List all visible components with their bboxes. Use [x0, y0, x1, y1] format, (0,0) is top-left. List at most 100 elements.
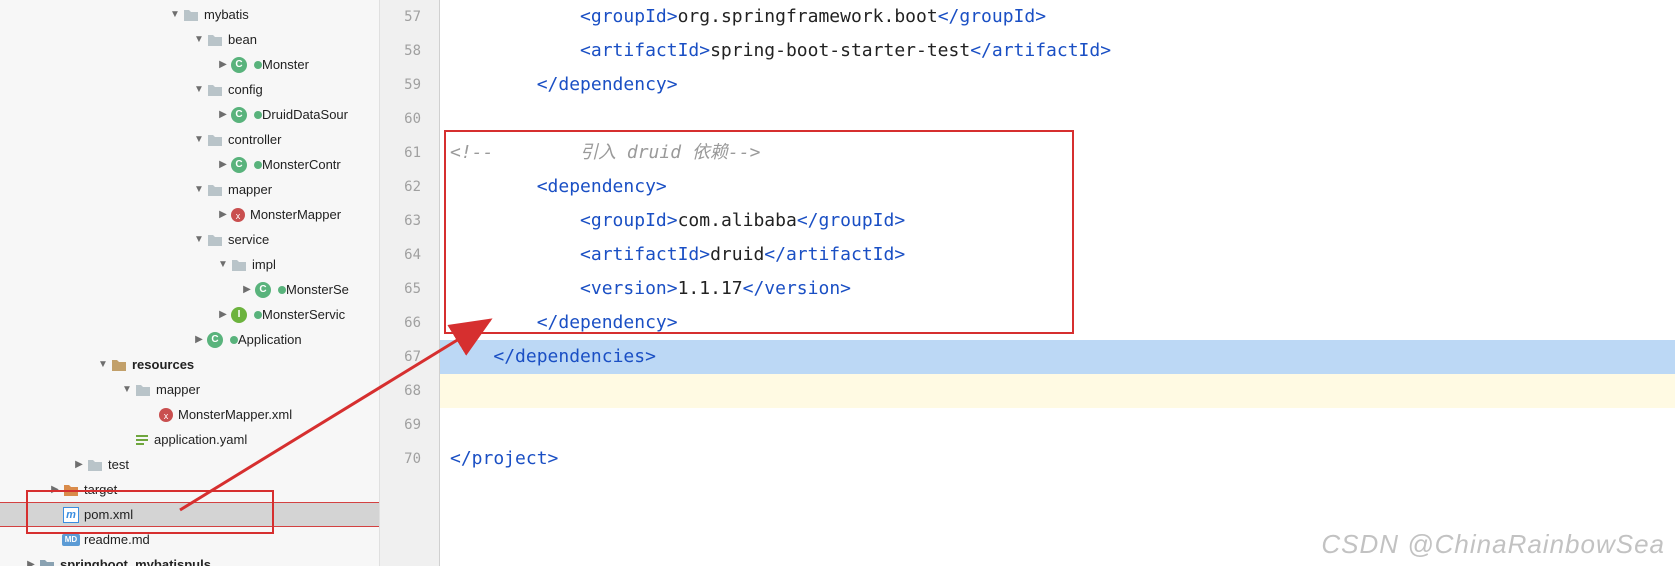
- code-line[interactable]: <artifactId>druid</artifactId>: [440, 238, 1675, 272]
- folder-icon: [230, 257, 248, 273]
- target-folder-icon: [62, 482, 80, 498]
- tree-item[interactable]: ▶I MonsterServic: [0, 302, 379, 327]
- tree-item-label: bean: [228, 32, 257, 47]
- tree-item[interactable]: ▶C MonsterContr: [0, 152, 379, 177]
- chevron-right-icon[interactable]: ▶: [216, 309, 230, 320]
- tree-item-label: MonsterMapper.xml: [178, 407, 292, 422]
- tree-item-label: DruidDataSour: [262, 107, 348, 122]
- line-number: 60: [380, 102, 421, 136]
- tree-item[interactable]: ▼ service: [0, 227, 379, 252]
- chevron-down-icon[interactable]: ▼: [192, 134, 206, 145]
- tree-item[interactable]: ▶C Application: [0, 327, 379, 352]
- chevron-right-icon[interactable]: ▶: [240, 284, 254, 295]
- tree-item[interactable]: ▼ config: [0, 77, 379, 102]
- folder-icon: [86, 457, 104, 473]
- tree-item-label: controller: [228, 132, 281, 147]
- line-number: 66: [380, 306, 421, 340]
- chevron-down-icon[interactable]: ▼: [192, 84, 206, 95]
- tree-item[interactable]: ▶C Monster: [0, 52, 379, 77]
- tree-item[interactable]: ▶xMonsterMapper: [0, 202, 379, 227]
- tree-item[interactable]: ▶ target: [0, 477, 379, 502]
- code-line[interactable]: <groupId>org.springframework.boot</group…: [440, 0, 1675, 34]
- chevron-right-icon[interactable]: ▶: [48, 484, 62, 495]
- line-number: 57: [380, 0, 421, 34]
- svg-text:x: x: [164, 411, 169, 421]
- tree-item-label: Application: [238, 332, 302, 347]
- tree-item-label: service: [228, 232, 269, 247]
- line-number: 67: [380, 340, 421, 374]
- line-number: 62: [380, 170, 421, 204]
- code-line[interactable]: [440, 408, 1675, 442]
- tree-item[interactable]: ▼mapper: [0, 177, 379, 202]
- class-icon: C: [206, 332, 224, 348]
- tree-item-label: MonsterSe: [286, 282, 349, 297]
- chevron-down-icon[interactable]: ▼: [216, 259, 230, 270]
- code-line[interactable]: <!-- 引入 druid 依赖-->: [440, 136, 1675, 170]
- tree-item-label: impl: [252, 257, 276, 272]
- tree-item-label: springboot_mybatispuls: [60, 557, 211, 566]
- tree-item-label: mapper: [156, 382, 200, 397]
- vcs-dot-icon: [230, 336, 238, 344]
- code-line[interactable]: <dependency>: [440, 170, 1675, 204]
- yaml-icon: [134, 432, 150, 448]
- tree-item-label: test: [108, 457, 129, 472]
- line-number: 63: [380, 204, 421, 238]
- chevron-right-icon[interactable]: ▶: [192, 334, 206, 345]
- code-line[interactable]: </dependency>: [440, 68, 1675, 102]
- chevron-down-icon[interactable]: ▼: [192, 234, 206, 245]
- chevron-right-icon[interactable]: ▶: [216, 109, 230, 120]
- tree-item-label: pom.xml: [84, 507, 133, 522]
- tree-item[interactable]: application.yaml: [0, 427, 379, 452]
- code-line[interactable]: [440, 374, 1675, 408]
- code-line[interactable]: </dependency>: [440, 306, 1675, 340]
- chevron-right-icon[interactable]: ▶: [72, 459, 86, 470]
- line-number: 59: [380, 68, 421, 102]
- chevron-right-icon[interactable]: ▶: [216, 59, 230, 70]
- tree-item-label: MonsterContr: [262, 157, 341, 172]
- chevron-down-icon[interactable]: ▼: [120, 384, 134, 395]
- class-icon: C: [254, 282, 272, 298]
- tree-item[interactable]: ▼ controller: [0, 127, 379, 152]
- tree-item[interactable]: ▶C MonsterSe: [0, 277, 379, 302]
- tree-item-label: resources: [132, 357, 194, 372]
- line-gutter: 5758596061626364656667686970: [380, 0, 440, 566]
- tree-item[interactable]: ▶C DruidDataSour: [0, 102, 379, 127]
- line-number: 68: [380, 374, 421, 408]
- maven-icon: m: [62, 507, 80, 523]
- code-line[interactable]: </dependencies>: [440, 340, 1675, 374]
- tree-item[interactable]: MDreadme.md: [0, 527, 379, 552]
- code-line[interactable]: <groupId>com.alibaba</groupId>: [440, 204, 1675, 238]
- chevron-right-icon[interactable]: ▶: [24, 559, 38, 566]
- tree-item[interactable]: ▼ resources: [0, 352, 379, 377]
- chevron-down-icon[interactable]: ▼: [192, 34, 206, 45]
- chevron-right-icon[interactable]: ▶: [216, 209, 230, 220]
- chevron-down-icon[interactable]: ▼: [192, 184, 206, 195]
- tree-item-label: config: [228, 82, 263, 97]
- tree-item-label: MonsterMapper: [250, 207, 341, 222]
- vcs-dot-icon: [254, 161, 262, 169]
- class-icon: C: [230, 107, 248, 123]
- code-editor[interactable]: <groupId>org.springframework.boot</group…: [440, 0, 1675, 566]
- code-line[interactable]: </project>: [440, 442, 1675, 476]
- code-line[interactable]: <artifactId>spring-boot-starter-test</ar…: [440, 34, 1675, 68]
- code-line[interactable]: [440, 102, 1675, 136]
- line-number: 61: [380, 136, 421, 170]
- tree-item[interactable]: ▼ bean: [0, 27, 379, 52]
- tree-item-label: readme.md: [84, 532, 150, 547]
- project-tree[interactable]: ▼mybatis▼bean▶C Monster▼config▶C DruidDa…: [0, 0, 380, 566]
- chevron-right-icon[interactable]: ▶: [216, 159, 230, 170]
- folder-icon: [206, 182, 224, 198]
- tree-item[interactable]: x MonsterMapper.xml: [0, 402, 379, 427]
- tree-item[interactable]: ▼mybatis: [0, 2, 379, 27]
- folder-icon: [206, 132, 224, 148]
- chevron-down-icon[interactable]: ▼: [96, 359, 110, 370]
- tree-item[interactable]: ▶ test: [0, 452, 379, 477]
- chevron-down-icon[interactable]: ▼: [168, 9, 182, 20]
- tree-item[interactable]: ▼ mapper: [0, 377, 379, 402]
- tree-item-label: target: [84, 482, 117, 497]
- line-number: 58: [380, 34, 421, 68]
- code-line[interactable]: <version>1.1.17</version>: [440, 272, 1675, 306]
- tree-item[interactable]: m pom.xml: [0, 502, 379, 527]
- tree-item[interactable]: ▶ springboot_mybatispuls: [0, 552, 379, 566]
- tree-item[interactable]: ▼ impl: [0, 252, 379, 277]
